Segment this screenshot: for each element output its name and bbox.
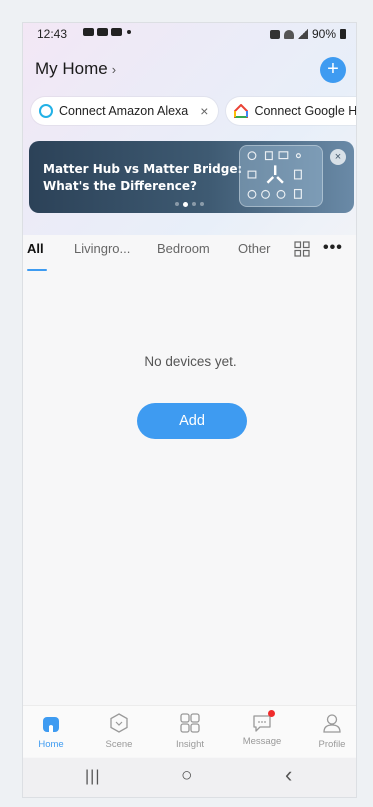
grid-view-icon[interactable]	[294, 241, 310, 257]
system-status-icons: 90%	[269, 27, 346, 41]
promo-banner[interactable]: Matter Hub vs Matter Bridge: What's the …	[29, 141, 354, 213]
banner-close-button[interactable]: ×	[330, 149, 346, 165]
voice-assistant-chips: Connect Amazon Alexa × Connect Google Ho…	[31, 97, 357, 125]
recents-button[interactable]: |||	[85, 768, 100, 786]
unread-badge	[268, 710, 275, 717]
notification-icons	[83, 28, 131, 36]
connect-alexa-label: Connect Amazon Alexa	[59, 104, 189, 118]
message-icon-wrap	[251, 710, 275, 734]
empty-state-message: No devices yet.	[144, 354, 237, 369]
nav-profile-label: Profile	[318, 739, 346, 750]
pager-dot-active	[183, 202, 188, 207]
google-home-icon	[234, 104, 249, 118]
room-tabs: All Livingro... Bedroom Other •••	[23, 235, 356, 275]
connect-google-label: Connect Google Home	[254, 104, 357, 118]
signal-icon	[297, 29, 308, 39]
scene-icon	[110, 713, 128, 733]
connect-alexa-chip[interactable]: Connect Amazon Alexa ×	[31, 97, 219, 125]
home-icon	[43, 717, 59, 732]
nav-insight[interactable]: Insight	[160, 712, 220, 750]
nav-profile[interactable]: Profile	[302, 712, 356, 750]
nav-scene[interactable]: Scene	[89, 712, 149, 750]
nav-home-label: Home	[38, 739, 64, 750]
plus-icon: +	[327, 58, 339, 80]
home-title: My Home	[35, 59, 108, 78]
nav-home[interactable]: Home	[23, 712, 81, 750]
bottom-nav: Home Scene Insight Message Profile	[23, 705, 356, 757]
alexa-icon	[39, 104, 53, 118]
status-bar: 12:43 90%	[23, 23, 356, 45]
pager-dot	[192, 202, 196, 206]
back-button[interactable]: ‹	[285, 762, 292, 788]
notification-icon	[83, 28, 94, 36]
home-header: My Home › +	[35, 57, 346, 83]
battery-icon	[340, 29, 346, 39]
tab-livingroom[interactable]: Livingro...	[74, 241, 130, 256]
tab-all[interactable]: All	[27, 241, 44, 256]
chevron-right-icon: ›	[111, 62, 117, 77]
system-nav-bar: ||| ○ ‹	[23, 758, 356, 797]
connect-google-chip[interactable]: Connect Google Home	[226, 97, 357, 125]
system-home-button[interactable]: ○	[181, 765, 192, 787]
banner-text: Matter Hub vs Matter Bridge: What's the …	[43, 161, 242, 195]
notification-icon	[111, 28, 122, 36]
status-time: 12:43	[37, 27, 68, 41]
mute-icon	[269, 29, 280, 39]
battery-percent: 90%	[311, 27, 336, 41]
banner-title-line1: Matter Hub vs Matter Bridge:	[43, 162, 243, 176]
matter-devices-illustration	[239, 145, 323, 207]
active-tab-indicator	[27, 269, 47, 271]
insight-icon	[180, 713, 200, 733]
nav-message[interactable]: Message	[232, 710, 292, 747]
notification-icon	[97, 28, 108, 36]
close-icon[interactable]: ×	[200, 103, 208, 119]
more-notifications-icon	[127, 30, 131, 34]
profile-icon	[323, 714, 341, 733]
phone-screen: 12:43 90% My Home › + Connect Amazon Alex…	[22, 22, 357, 798]
add-device-button[interactable]: +	[320, 57, 346, 83]
banner-title-line2: What's the Difference?	[43, 179, 197, 193]
home-selector[interactable]: My Home ›	[35, 59, 116, 79]
add-button[interactable]: Add	[137, 403, 247, 439]
tab-other[interactable]: Other	[238, 241, 272, 256]
nav-message-label: Message	[242, 736, 282, 747]
pager-dot	[175, 202, 179, 206]
nav-insight-label: Insight	[176, 739, 204, 750]
pager-dot	[200, 202, 204, 206]
wifi-icon	[283, 29, 294, 39]
tab-bedroom[interactable]: Bedroom	[157, 241, 210, 256]
nav-scene-label: Scene	[105, 739, 133, 750]
banner-pager	[175, 202, 204, 207]
more-options-icon[interactable]: •••	[323, 239, 343, 257]
